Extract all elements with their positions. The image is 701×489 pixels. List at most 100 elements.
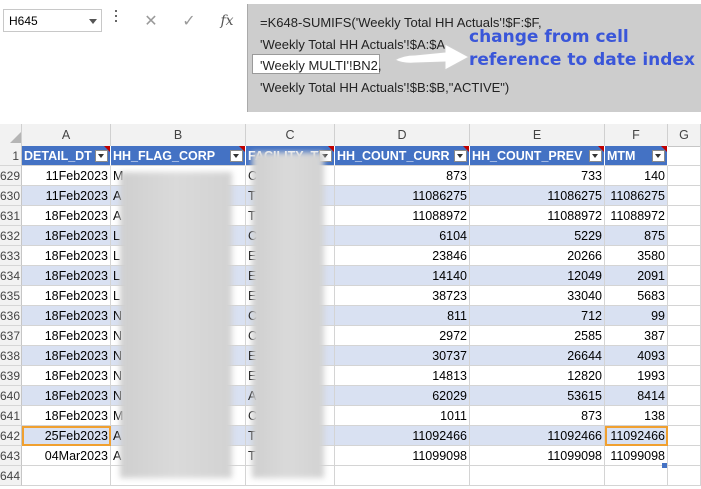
filter-dropdown-icon[interactable] [589, 150, 602, 162]
cell-d[interactable]: 14140 [335, 266, 470, 286]
cell-a[interactable]: 18Feb2023 [22, 266, 111, 286]
cell-e[interactable]: 20266 [470, 246, 605, 266]
cell-e[interactable]: 12049 [470, 266, 605, 286]
cell-a[interactable]: 18Feb2023 [22, 306, 111, 326]
formula-input[interactable]: =K648-SUMIFS('Weekly Total HH Actuals'!$… [247, 4, 701, 112]
cell-a[interactable]: 18Feb2023 [22, 406, 111, 426]
empty-cell[interactable] [668, 426, 701, 446]
cell-f[interactable]: 387 [605, 326, 668, 346]
header-cell-b[interactable]: HH_FLAG_CORP [111, 146, 246, 166]
cell-e[interactable]: 712 [470, 306, 605, 326]
row-number[interactable]: 629 [0, 166, 22, 186]
cell-e[interactable] [470, 466, 605, 486]
cell-a[interactable]: 11Feb2023 [22, 166, 111, 186]
cell-f[interactable]: 875 [605, 226, 668, 246]
select-all-corner[interactable] [0, 124, 22, 146]
cell-e[interactable]: 733 [470, 166, 605, 186]
empty-cell[interactable] [668, 406, 701, 426]
cell-a[interactable]: 18Feb2023 [22, 206, 111, 226]
cell-d[interactable]: 11088972 [335, 206, 470, 226]
cell-d[interactable]: 1011 [335, 406, 470, 426]
header-cell-a[interactable]: DETAIL_DT [22, 146, 111, 166]
cell-a[interactable]: 18Feb2023 [22, 366, 111, 386]
row-number[interactable]: 643 [0, 446, 22, 466]
row-number[interactable]: 640 [0, 386, 22, 406]
row-number[interactable]: 631 [0, 206, 22, 226]
cell-a[interactable]: 04Mar2023 [22, 446, 111, 466]
cell-e[interactable]: 53615 [470, 386, 605, 406]
cell-e[interactable]: 11099098 [470, 446, 605, 466]
cell-e[interactable]: 11088972 [470, 206, 605, 226]
cell-f[interactable]: 8414 [605, 386, 668, 406]
column-header-e[interactable]: E [470, 124, 605, 146]
cell-f[interactable]: 2091 [605, 266, 668, 286]
filter-dropdown-icon[interactable] [652, 150, 665, 162]
cell-d[interactable]: 11092466 [335, 426, 470, 446]
column-header-c[interactable]: C [246, 124, 335, 146]
row-number[interactable]: 639 [0, 366, 22, 386]
cell-f[interactable]: 11092466 [605, 426, 668, 446]
cell-d[interactable]: 38723 [335, 286, 470, 306]
cell-d[interactable]: 873 [335, 166, 470, 186]
empty-cell[interactable] [668, 206, 701, 226]
row-number[interactable]: 633 [0, 246, 22, 266]
cell-d[interactable]: 30737 [335, 346, 470, 366]
x-icon[interactable]: ✕ [136, 9, 166, 33]
empty-cell[interactable] [668, 446, 701, 466]
cell-d[interactable]: 2972 [335, 326, 470, 346]
column-header-g[interactable]: G [668, 124, 701, 146]
cell-d[interactable]: 11086275 [335, 186, 470, 206]
row-number[interactable]: 634 [0, 266, 22, 286]
cell-e[interactable]: 11092466 [470, 426, 605, 446]
empty-cell[interactable] [668, 146, 701, 166]
cell-e[interactable]: 2585 [470, 326, 605, 346]
row-number[interactable]: 636 [0, 306, 22, 326]
cell-a[interactable]: 11Feb2023 [22, 186, 111, 206]
cell-d[interactable]: 14813 [335, 366, 470, 386]
column-header-a[interactable]: A [22, 124, 111, 146]
cell-e[interactable]: 26644 [470, 346, 605, 366]
empty-cell[interactable] [668, 386, 701, 406]
empty-cell[interactable] [668, 466, 701, 486]
row-number[interactable]: 1 [0, 146, 22, 166]
check-icon[interactable]: ✓ [174, 9, 204, 33]
cell-f[interactable]: 11086275 [605, 186, 668, 206]
cell-f[interactable]: 3580 [605, 246, 668, 266]
header-cell-e[interactable]: HH_COUNT_PREV [470, 146, 605, 166]
empty-cell[interactable] [668, 186, 701, 206]
name-box[interactable]: H645 [3, 9, 102, 32]
column-header-f[interactable]: F [605, 124, 668, 146]
cell-f[interactable]: 11088972 [605, 206, 668, 226]
cell-f[interactable] [605, 466, 668, 486]
cell-f[interactable]: 138 [605, 406, 668, 426]
cell-f[interactable]: 99 [605, 306, 668, 326]
row-number[interactable]: 630 [0, 186, 22, 206]
cell-f[interactable]: 140 [605, 166, 668, 186]
insert-function-button[interactable]: fx [212, 9, 242, 33]
column-header-b[interactable]: B [111, 124, 246, 146]
cell-d[interactable]: 23846 [335, 246, 470, 266]
column-header-d[interactable]: D [335, 124, 470, 146]
cell-f[interactable]: 4093 [605, 346, 668, 366]
empty-cell[interactable] [668, 346, 701, 366]
cell-d[interactable]: 62029 [335, 386, 470, 406]
row-number[interactable]: 638 [0, 346, 22, 366]
fill-handle-icon[interactable] [662, 463, 667, 468]
row-number[interactable]: 637 [0, 326, 22, 346]
empty-cell[interactable] [668, 266, 701, 286]
filter-dropdown-icon[interactable] [454, 150, 467, 162]
cell-a[interactable]: 18Feb2023 [22, 246, 111, 266]
cell-a[interactable] [22, 466, 111, 486]
cell-e[interactable]: 5229 [470, 226, 605, 246]
cell-a[interactable]: 18Feb2023 [22, 386, 111, 406]
row-number[interactable]: 635 [0, 286, 22, 306]
cell-e[interactable]: 33040 [470, 286, 605, 306]
cell-d[interactable]: 6104 [335, 226, 470, 246]
empty-cell[interactable] [668, 326, 701, 346]
cell-e[interactable]: 11086275 [470, 186, 605, 206]
filter-dropdown-icon[interactable] [230, 150, 243, 162]
cell-f[interactable]: 5683 [605, 286, 668, 306]
more-options-icon[interactable] [114, 10, 118, 28]
filter-dropdown-icon[interactable] [95, 150, 108, 162]
empty-cell[interactable] [668, 166, 701, 186]
